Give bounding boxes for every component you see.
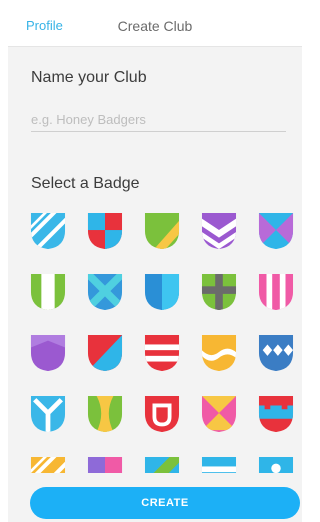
cross-icon — [201, 273, 237, 311]
split-vertical-icon — [144, 273, 180, 311]
club-name-input[interactable] — [31, 107, 286, 132]
diagonal-stripes-icon — [30, 456, 66, 473]
diamonds-icon — [258, 334, 294, 372]
chevrons-icon — [201, 212, 237, 250]
quarters-icon — [87, 212, 123, 250]
club-name-heading: Name your Club — [31, 69, 147, 86]
create-button[interactable]: CREATE — [30, 487, 300, 519]
badge-option-5[interactable] — [257, 211, 295, 251]
flanches-icon — [87, 395, 123, 433]
bend-icon — [144, 456, 180, 473]
badge-option-1[interactable] — [29, 211, 67, 251]
arch-icon — [144, 395, 180, 433]
checker-icon — [87, 456, 123, 473]
navigation-bar: Profile Create Club — [8, 8, 302, 47]
bars-icon — [144, 334, 180, 372]
badge-option-2[interactable] — [86, 211, 124, 251]
badge-option-3[interactable] — [143, 211, 181, 251]
pall-icon — [30, 395, 66, 433]
badge-option-9[interactable] — [200, 272, 238, 312]
badge-option-17[interactable] — [86, 394, 124, 434]
saltire-icon — [87, 273, 123, 311]
hourglass-icon — [201, 395, 237, 433]
three-dots-icon — [258, 456, 294, 473]
badge-option-4[interactable] — [200, 211, 238, 251]
pale-icon — [30, 273, 66, 311]
badge-option-11[interactable] — [29, 333, 67, 373]
pallets-icon — [258, 273, 294, 311]
chief-icon — [30, 334, 66, 372]
badge-grid — [29, 211, 295, 473]
badge-option-14[interactable] — [200, 333, 238, 373]
badge-option-23[interactable] — [143, 455, 181, 473]
badge-option-25[interactable] — [257, 455, 295, 473]
badge-option-10[interactable] — [257, 272, 295, 312]
battlement-icon — [258, 395, 294, 433]
wave-icon — [201, 334, 237, 372]
bend-split-icon — [87, 334, 123, 372]
badge-option-13[interactable] — [143, 333, 181, 373]
badge-option-7[interactable] — [86, 272, 124, 312]
bars-icon — [201, 456, 237, 473]
diagonal-band-icon — [144, 212, 180, 250]
badge-option-19[interactable] — [200, 394, 238, 434]
diagonal-stripes-icon — [30, 212, 66, 250]
badge-option-18[interactable] — [143, 394, 181, 434]
badge-option-22[interactable] — [86, 455, 124, 473]
page-title: Create Club — [117, 18, 193, 34]
badge-option-12[interactable] — [86, 333, 124, 373]
footer: CREATE — [8, 473, 302, 522]
badge-option-8[interactable] — [143, 272, 181, 312]
badge-option-15[interactable] — [257, 333, 295, 373]
badge-heading: Select a Badge — [31, 175, 140, 192]
badge-option-6[interactable] — [29, 272, 67, 312]
badge-option-20[interactable] — [257, 394, 295, 434]
badge-option-24[interactable] — [200, 455, 238, 473]
badge-option-16[interactable] — [29, 394, 67, 434]
saltire-triangles-icon — [258, 212, 294, 250]
create-club-form: Name your Club Select a Badge — [8, 47, 302, 473]
badge-option-21[interactable] — [29, 455, 67, 473]
